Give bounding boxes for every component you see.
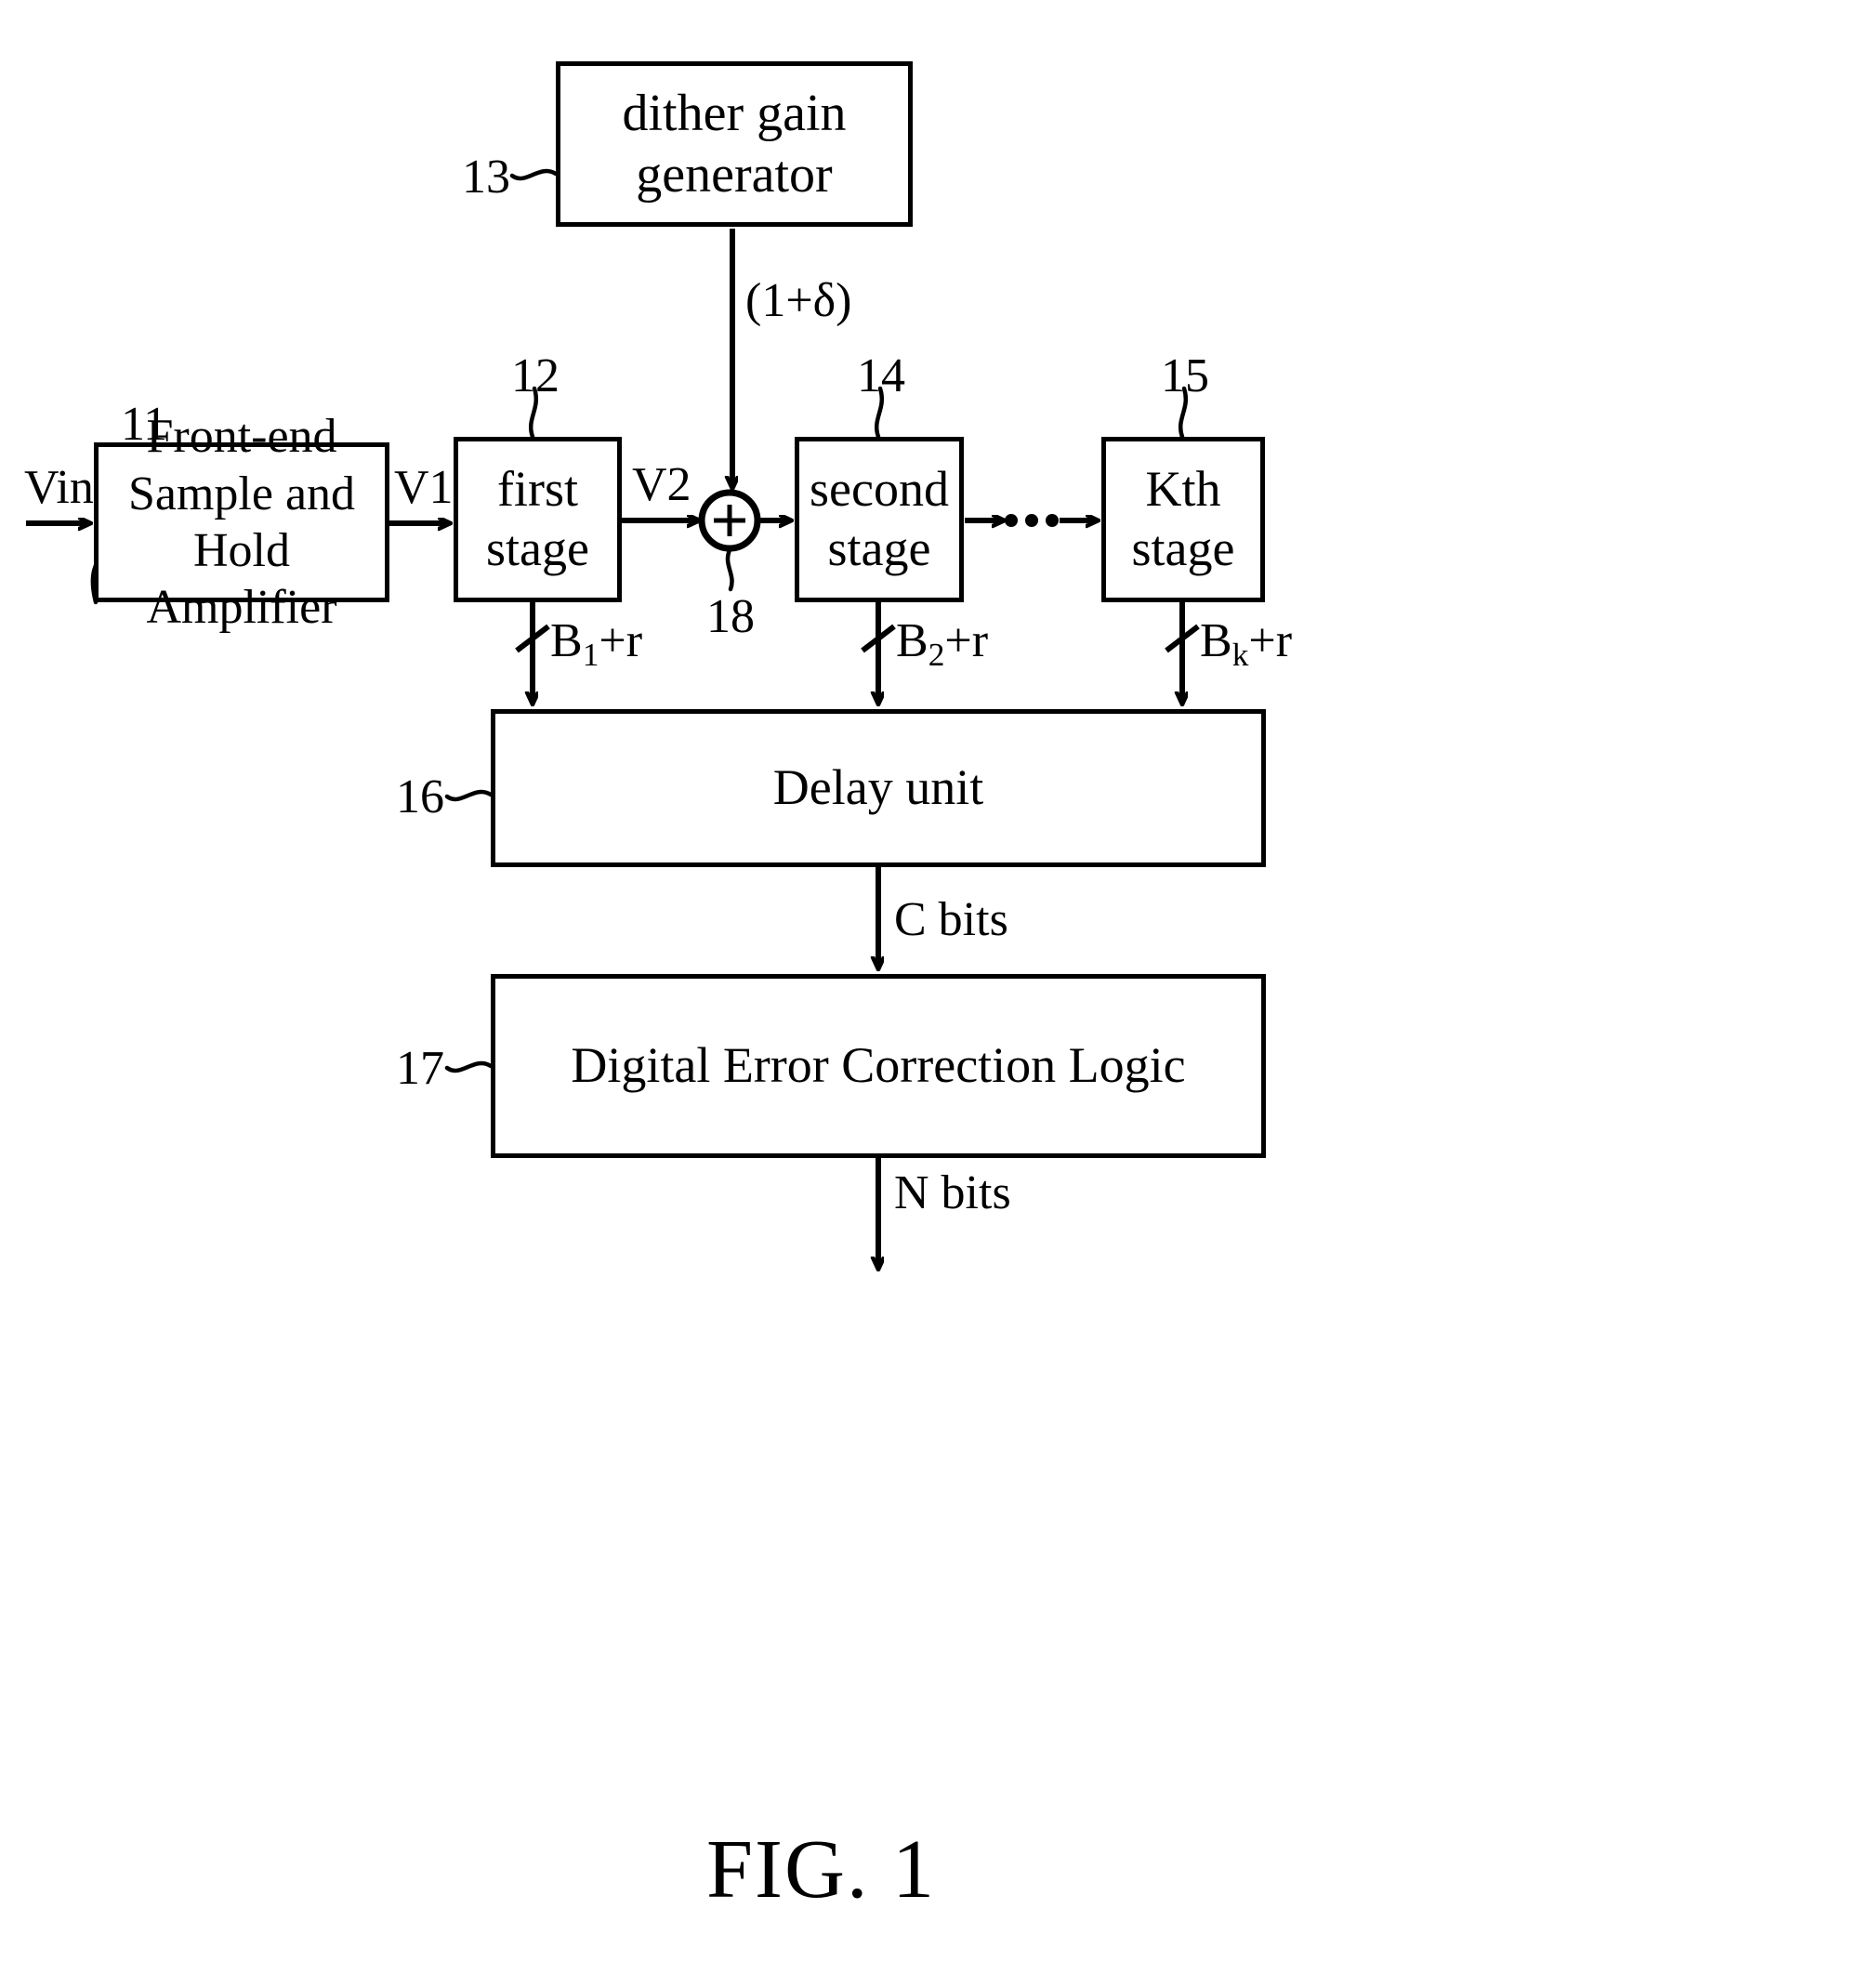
block-dither-gain-generator: dither gain generator	[556, 61, 913, 227]
leader-ref-17	[444, 1060, 494, 1073]
b1-base: B	[550, 614, 583, 667]
signal-label-b2-plus-r: B2+r	[896, 613, 988, 674]
b2-subscript: 2	[928, 635, 945, 673]
signal-label-v1: V1	[394, 461, 454, 514]
reference-numeral-14: 14	[857, 349, 905, 402]
reference-numeral-17: 17	[396, 1042, 444, 1095]
reference-numeral-15: 15	[1161, 349, 1209, 402]
leader-ref-18	[725, 547, 734, 592]
signal-label-dither-gain: (1+δ)	[745, 274, 852, 327]
reference-numeral-18: 18	[706, 590, 755, 643]
block-digital-error-correction-logic: Digital Error Correction Logic	[491, 974, 1266, 1158]
signal-label-v2: V2	[632, 458, 691, 511]
signal-label-c-bits: C bits	[894, 893, 1008, 946]
b1-subscript: 1	[582, 635, 599, 673]
block-label-delay-unit: Delay unit	[772, 759, 984, 816]
block-label-kth-stage: Kth stage	[1131, 461, 1235, 576]
ellipsis-dot-3	[1046, 514, 1059, 527]
bk-suffix: +r	[1248, 614, 1293, 667]
reference-numeral-16: 16	[396, 770, 444, 823]
block-second-stage: second stage	[795, 437, 964, 602]
reference-numeral-13: 13	[462, 151, 510, 204]
b2-base: B	[896, 614, 928, 667]
bk-base: B	[1200, 614, 1232, 667]
signal-label-bk-plus-r: Bk+r	[1200, 613, 1292, 674]
ellipsis-dot-2	[1025, 514, 1038, 527]
block-label-first-stage: first stage	[486, 461, 589, 576]
b2-suffix: +r	[944, 614, 989, 667]
b1-suffix: +r	[599, 614, 643, 667]
leader-ref-13	[509, 168, 559, 181]
block-label-digital-error-correction-logic: Digital Error Correction Logic	[571, 1037, 1186, 1094]
reference-numeral-11: 11	[121, 398, 168, 451]
block-kth-stage: Kth stage	[1101, 437, 1265, 602]
signal-label-n-bits: N bits	[894, 1166, 1011, 1219]
patent-figure: dither gain generator Front-end Sample a…	[0, 0, 1870, 1988]
figure-caption: FIG. 1	[706, 1823, 937, 1916]
bk-subscript: k	[1231, 635, 1249, 673]
ellipsis-dot-1	[1005, 514, 1018, 527]
block-label-second-stage: second stage	[810, 461, 949, 576]
signal-label-vin: Vin	[24, 461, 94, 514]
block-label-dither-gain-generator: dither gain generator	[622, 84, 847, 204]
block-front-end-sample-and-hold-amplifier: Front-end Sample and Hold Amplifier	[94, 410, 389, 634]
block-first-stage: first stage	[454, 437, 622, 602]
reference-numeral-12: 12	[511, 349, 560, 402]
leader-ref-16	[444, 789, 494, 802]
block-delay-unit: Delay unit	[491, 709, 1266, 867]
signal-label-b1-plus-r: B1+r	[550, 613, 642, 674]
